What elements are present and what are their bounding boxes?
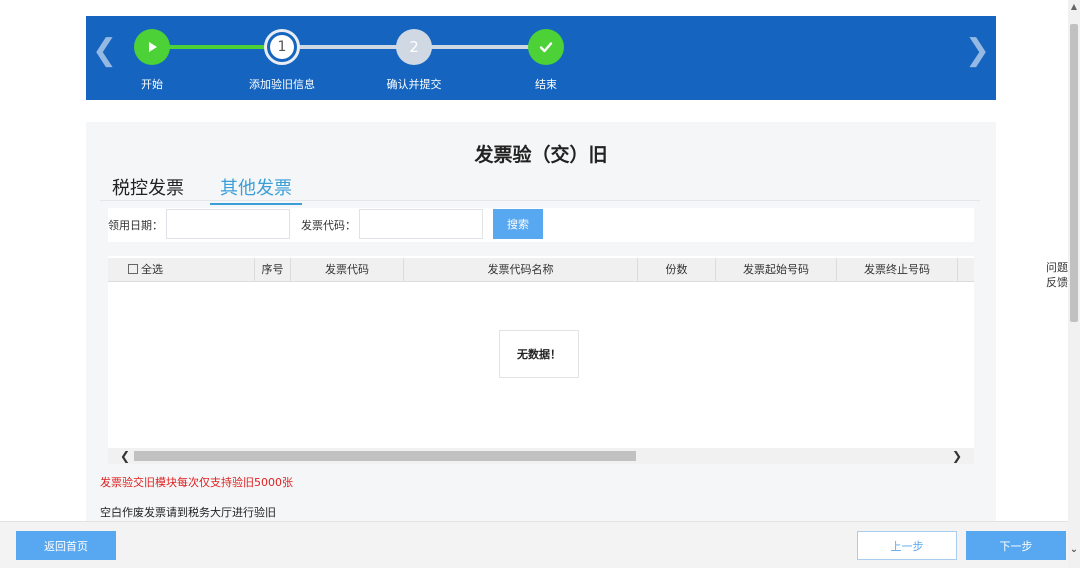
next-step-button[interactable]: 下一步: [966, 531, 1066, 560]
step-number: 2: [409, 38, 419, 56]
page-title: 发票验（交）旧: [474, 144, 608, 166]
progress-stepper: ❮ 1 2 开始 添加验旧信息 确认并提交 结束 ❯: [86, 16, 996, 100]
invoice-code-input[interactable]: [359, 209, 483, 239]
chevron-down-icon[interactable]: ⌄: [1068, 544, 1080, 555]
play-icon: [149, 42, 157, 52]
scroll-left-icon[interactable]: ❮: [120, 448, 130, 464]
column-header: 份数: [638, 258, 716, 282]
select-all-checkbox[interactable]: 全选: [108, 258, 255, 282]
table-header: 全选 序号 发票代码 发票代码名称 份数 发票起始号码 发票终止号码: [108, 258, 974, 282]
tab-tax-control-invoice[interactable]: 税控发票: [112, 174, 184, 200]
vertical-scrollbar[interactable]: ▲ ⌄: [1068, 0, 1080, 568]
column-header: 序号: [255, 258, 291, 282]
horizontal-scrollbar[interactable]: ❮ ❯: [108, 448, 974, 464]
chevron-left-icon[interactable]: ❮: [92, 36, 117, 66]
invoice-code-label: 发票代码：: [301, 219, 356, 232]
step-label: 确认并提交: [386, 78, 442, 91]
chevron-right-icon[interactable]: ❯: [965, 36, 990, 66]
search-form: 领用日期： 发票代码： 搜索: [108, 208, 974, 242]
feedback-tab[interactable]: 问题 反馈: [1046, 260, 1068, 290]
step-label: 结束: [535, 78, 557, 91]
feedback-label: 反馈: [1046, 276, 1068, 289]
blank-invoice-notice: 空白作废发票请到税务大厅进行验旧: [100, 506, 276, 519]
tab-other-invoice[interactable]: 其他发票: [210, 174, 302, 205]
step-start-circle: [134, 29, 170, 65]
main-panel: 发票验（交）旧 税控发票 其他发票 领用日期： 发票代码： 搜索 全选 序号 发…: [86, 122, 996, 522]
scroll-right-icon[interactable]: ❯: [952, 448, 962, 464]
step-add-info-circle: 1: [264, 29, 300, 65]
limit-warning: 发票验交旧模块每次仅支持验旧5000张: [100, 476, 293, 489]
scrollbar-thumb[interactable]: [134, 451, 636, 461]
search-button[interactable]: 搜索: [493, 209, 543, 239]
step-number: 1: [270, 35, 294, 59]
invoice-tabs: 税控发票 其他发票: [100, 172, 980, 205]
back-home-button[interactable]: 返回首页: [16, 531, 116, 560]
step-end-circle: [528, 29, 564, 65]
scroll-up-icon[interactable]: ▲: [1068, 2, 1080, 11]
previous-step-button[interactable]: 上一步: [857, 531, 957, 560]
column-header: 发票起始号码: [716, 258, 837, 282]
footer-bar: 返回首页 上一步 下一步: [0, 521, 1068, 568]
column-header: 发票代码名称: [404, 258, 638, 282]
step-label: 添加验旧信息: [249, 78, 315, 91]
select-all-label: 全选: [141, 263, 163, 276]
issue-date-input[interactable]: [166, 209, 290, 239]
empty-state-message: 无数据！: [499, 330, 579, 378]
column-header: 发票终止号码: [837, 258, 958, 282]
scrollbar-thumb[interactable]: [1070, 24, 1078, 322]
step-confirm-circle: 2: [396, 29, 432, 65]
progress-track-done: [152, 45, 282, 49]
step-label: 开始: [141, 78, 163, 91]
column-header: 发票代码: [291, 258, 404, 282]
issue-date-label: 领用日期：: [108, 219, 163, 232]
feedback-label: 问题: [1046, 261, 1068, 274]
check-icon: [539, 42, 553, 53]
invoice-table: 全选 序号 发票代码 发票代码名称 份数 发票起始号码 发票终止号码 无数据！ …: [108, 256, 974, 464]
checkbox-icon: [128, 264, 138, 274]
